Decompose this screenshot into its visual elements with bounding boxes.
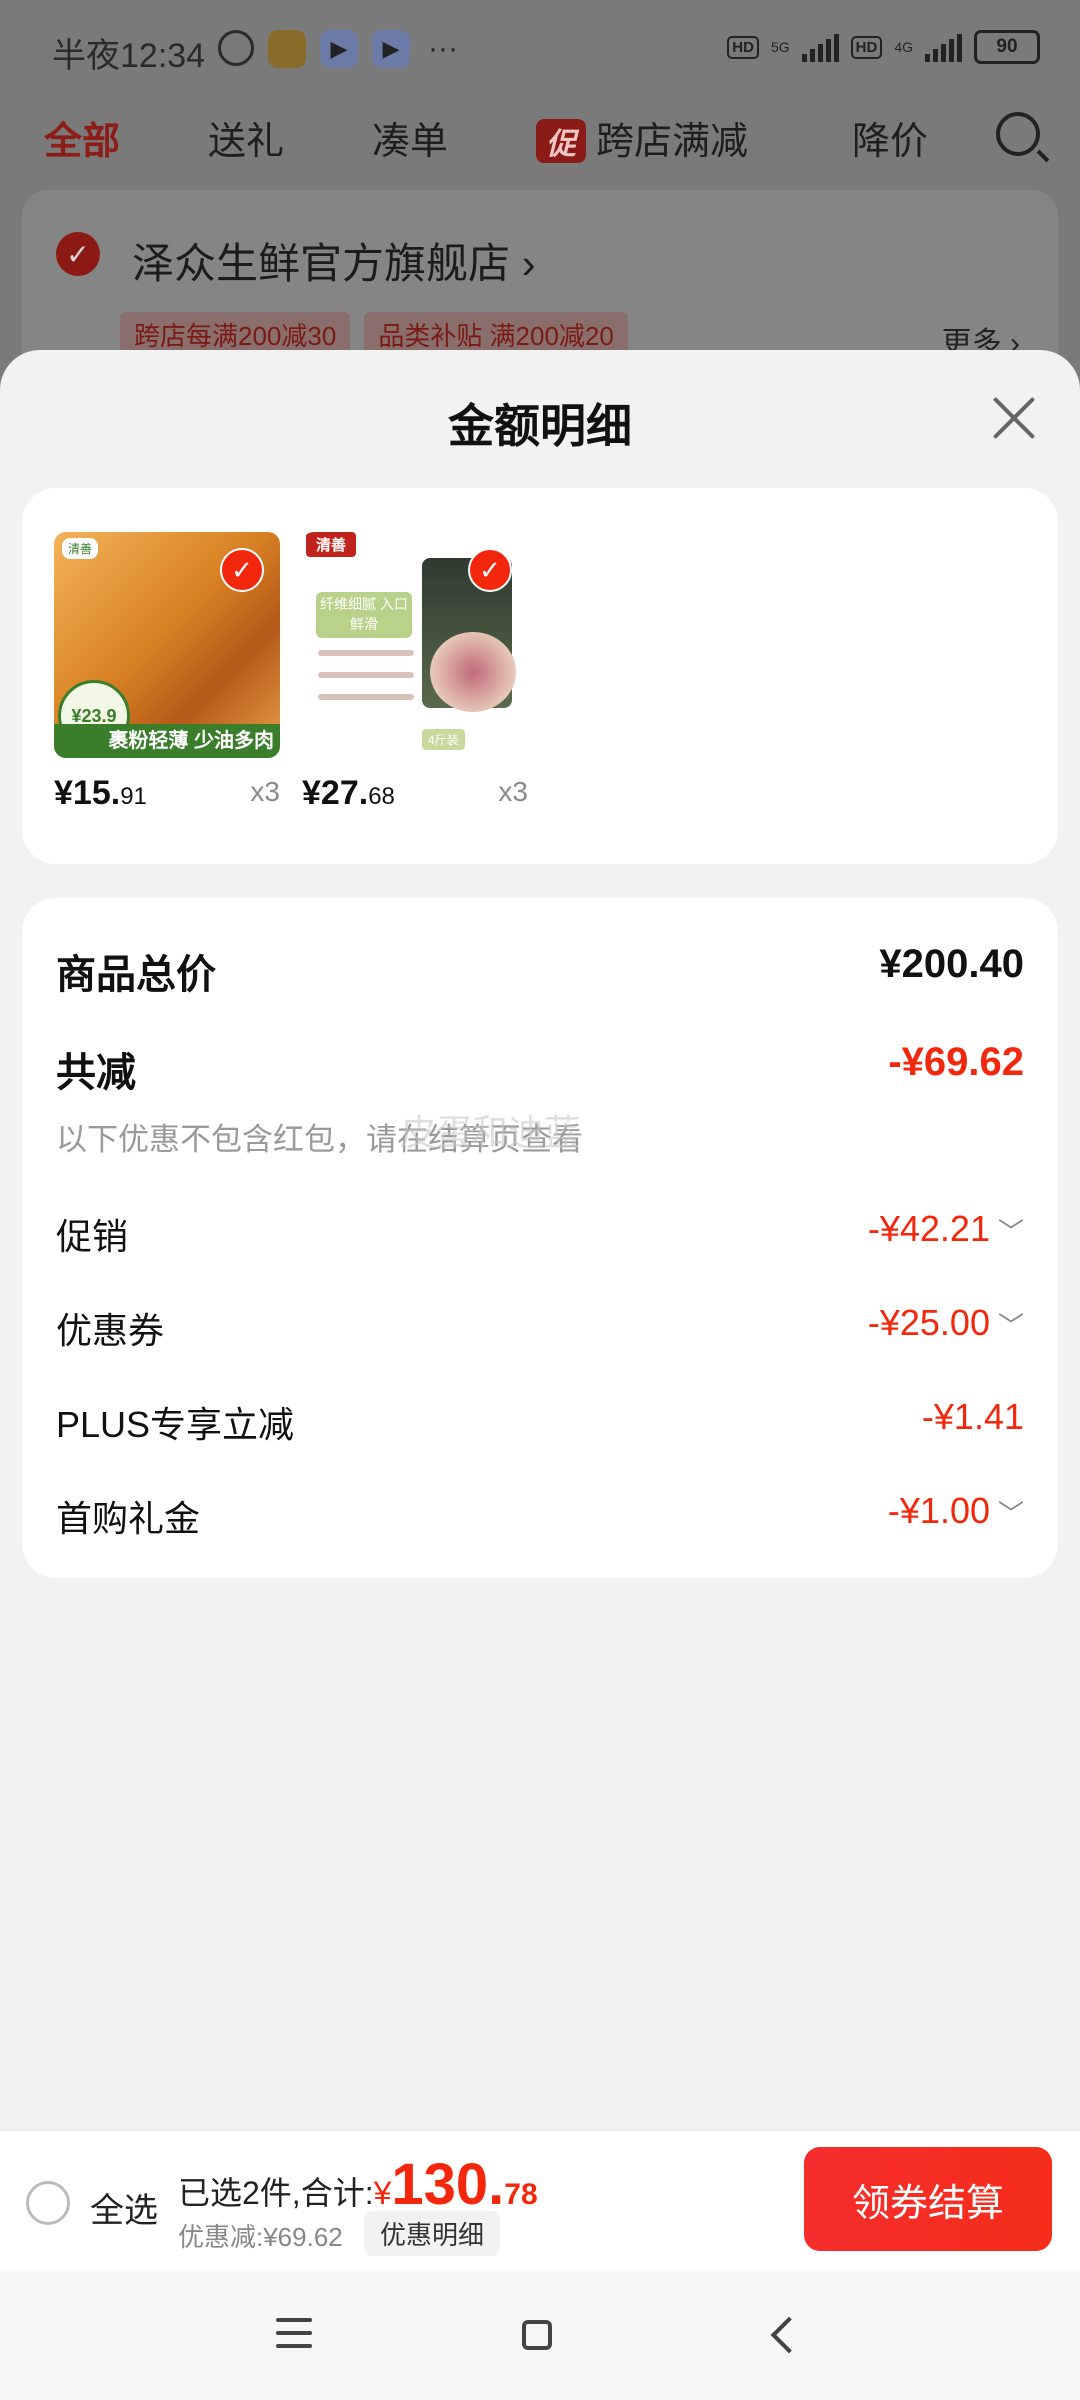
tab-bundle[interactable]: 凑单: [372, 110, 448, 165]
selected-check-icon: ✓: [220, 548, 264, 592]
checkout-button[interactable]: 领券结算: [804, 2147, 1052, 2251]
product-brand-logo: 清善: [306, 532, 357, 557]
total-reduce-value: -¥69.62: [888, 1040, 1024, 1084]
select-all-radio[interactable]: [26, 2181, 70, 2225]
product-image-banner: 纤维细腻 入口鲜滑: [316, 592, 412, 638]
product-list: 清善 ¥23.9 裹粉轻薄 少油多肉 ✓ ¥15.91 x3 清善 纤维细腻 入…: [22, 488, 1058, 864]
chevron-down-icon: ﹀: [997, 1499, 1024, 1529]
plus-discount-label: PLUS专享立减: [56, 1404, 295, 1445]
product-quantity: x3: [250, 776, 280, 807]
product-item[interactable]: 清善 纤维细腻 入口鲜滑 4斤装 ✓ ¥27.68 x3: [302, 532, 528, 818]
sheet-title: 金额明细: [448, 400, 632, 452]
promo-badge: 促: [536, 119, 586, 163]
product-price-row: ¥15.91 x3: [54, 768, 280, 818]
alarm-icon: [218, 30, 254, 66]
store-check-icon[interactable]: ✓: [56, 232, 100, 276]
amount-detail-sheet: 金额明细 清善 ¥23.9 裹粉轻薄 少油多肉 ✓ ¥15.91 x3 清善 纤…: [0, 350, 1080, 2130]
coupon-row[interactable]: 优惠券 -¥25.00 ﹀: [56, 1302, 1024, 1352]
promotion-value: -¥42.21 ﹀: [867, 1208, 1024, 1249]
promotion-label: 促销: [56, 1216, 129, 1257]
battery-icon: 90: [974, 30, 1040, 64]
status-app-icons: ▶ ▶ ···: [218, 30, 462, 68]
store-name[interactable]: 泽众生鲜官方旗舰店 ›: [132, 230, 536, 291]
total-reduce-row: 共减 -¥69.62: [56, 1040, 1024, 1096]
first-purchase-row[interactable]: 首购礼金 -¥1.00 ﹀: [56, 1490, 1024, 1540]
total-price-label: 商品总价: [56, 953, 216, 997]
selected-check-icon: ✓: [468, 548, 512, 592]
product-price-row: ¥27.68 x3: [302, 768, 528, 818]
total-summary: 已选2件,合计:¥130.78: [178, 2151, 538, 2218]
more-icon: ···: [428, 32, 458, 65]
product-price: ¥15.91: [54, 774, 147, 812]
product-image-caption: 裹粉轻薄 少油多肉: [54, 724, 280, 758]
select-all-label[interactable]: 全选: [90, 2183, 158, 2232]
hd-icon-2: HD: [850, 35, 883, 59]
tab-cross-store-label: 跨店满减: [596, 121, 749, 163]
coupon-value: -¥25.00 ﹀: [867, 1302, 1024, 1343]
total-price-value: ¥200.40: [879, 942, 1024, 986]
plus-discount-row: PLUS专享立减 -¥1.41: [56, 1396, 1024, 1446]
total-amount-dec: 78: [504, 2178, 538, 2211]
status-time: 半夜12:34: [52, 37, 206, 75]
amount-details: 商品总价 ¥200.40 共减 -¥69.62 以下优惠不包含红包，请在结算页查…: [22, 898, 1058, 1578]
product-price: ¥27.68: [302, 774, 395, 812]
signal-icon-2: [925, 32, 962, 62]
hd-icon: HD: [727, 35, 759, 59]
net-5g-label: 5G: [770, 39, 790, 55]
chevron-down-icon: ﹀: [997, 1311, 1024, 1341]
total-reduce-label: 共减: [56, 1051, 136, 1095]
product-image-lines: [318, 650, 414, 716]
product-brand-label: 清善: [62, 538, 99, 559]
discount-detail-button[interactable]: 优惠明细: [364, 2211, 501, 2256]
status-right: HD 5G HD 4G 90: [727, 30, 1040, 64]
chevron-down-icon: ﹀: [997, 1217, 1024, 1247]
coupon-label: 优惠券: [56, 1310, 165, 1351]
home-icon[interactable]: [522, 2320, 552, 2350]
first-purchase-value: -¥1.00 ﹀: [887, 1490, 1024, 1531]
watermark: 皮蛋和迪蓝: [400, 1112, 581, 1153]
video-app-icon: ▶: [320, 30, 358, 68]
weibo-icon: [268, 30, 306, 68]
product-image-tag: 4斤装: [422, 729, 465, 750]
video-app-icon-2: ▶: [372, 30, 410, 68]
checkout-bar: 全选 已选2件,合计:¥130.78 优惠减:¥69.62 优惠明细 领券结算: [0, 2130, 1080, 2271]
discount-amount: 优惠减:¥69.62: [178, 2222, 343, 2252]
total-amount-int: 130.: [391, 2152, 505, 2217]
tab-gift[interactable]: 送礼: [208, 110, 284, 165]
menu-icon[interactable]: [276, 2318, 312, 2357]
summary-prefix: 已选2件,合计:: [178, 2175, 374, 2211]
signal-icon: [801, 32, 839, 62]
first-purchase-label: 首购礼金: [56, 1498, 201, 1539]
tab-all[interactable]: 全部: [44, 110, 120, 165]
back-icon[interactable]: [770, 2316, 808, 2354]
plus-discount-value: -¥1.41: [921, 1396, 1024, 1437]
promotion-row[interactable]: 促销 -¥42.21 ﹀: [56, 1208, 1024, 1258]
tab-cross-store[interactable]: 促跨店满减: [536, 110, 748, 165]
product-image: 清善 纤维细腻 入口鲜滑 4斤装 ✓: [302, 532, 528, 758]
product-meat: [430, 632, 516, 712]
product-item[interactable]: 清善 ¥23.9 裹粉轻薄 少油多肉 ✓ ¥15.91 x3: [54, 532, 280, 818]
cart-tabs: 全部 送礼 凑单 促跨店满减 降价: [0, 100, 1080, 180]
status-bar: 半夜12:34 ▶ ▶ ··· HD 5G HD 4G 90: [0, 0, 1080, 100]
total-price-row: 商品总价 ¥200.40: [56, 942, 1024, 998]
close-button[interactable]: [990, 394, 1038, 442]
search-icon[interactable]: [996, 112, 1040, 156]
product-image: 清善 ¥23.9 裹粉轻薄 少油多肉 ✓: [54, 532, 280, 758]
currency-symbol: ¥: [373, 2175, 392, 2211]
system-nav-bar: [0, 2270, 1080, 2400]
product-quantity: x3: [498, 776, 528, 807]
net-4g-label: 4G: [894, 39, 913, 55]
tab-price-drop[interactable]: 降价: [852, 110, 928, 165]
